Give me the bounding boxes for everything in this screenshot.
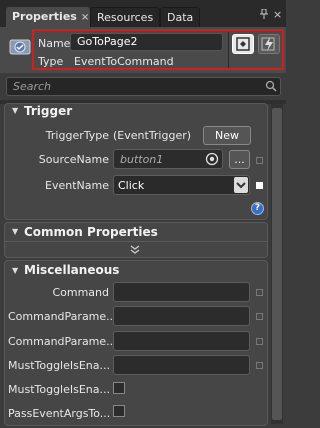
tab-resources[interactable]: Resources (90, 7, 160, 27)
advanced-options-marker[interactable] (256, 313, 263, 320)
chevron-down-icon (236, 182, 246, 189)
type-label: Type (38, 55, 64, 68)
divider (5, 241, 267, 242)
command-parameter-value-label: CommandParame... (8, 335, 117, 348)
events-view-button[interactable] (258, 34, 280, 54)
search-icon[interactable] (265, 80, 277, 92)
type-value: EventToCommand (74, 55, 174, 68)
collapse-triangle-icon[interactable]: ▼ (12, 266, 18, 275)
must-toggle-enabled-checkbox[interactable] (113, 382, 125, 394)
tab-properties-label: Properties (12, 10, 77, 23)
browse-button[interactable]: ... (229, 150, 250, 169)
tab-resources-label: Resources (97, 11, 154, 24)
trigger-type-label: TriggerType (45, 129, 109, 142)
pin-icon[interactable] (259, 9, 269, 19)
name-label: Name (38, 37, 71, 50)
behavior-icon (9, 39, 31, 55)
trigger-section-title[interactable]: Trigger (24, 104, 72, 118)
tab-data-label: Data (167, 11, 194, 24)
name-field[interactable]: GoToPage2 (70, 33, 223, 51)
advanced-options-marker[interactable] (256, 338, 263, 345)
properties-view-icon (236, 37, 250, 51)
event-name-value: Click (118, 179, 145, 192)
source-name-value: button1 (120, 153, 164, 166)
common-properties-title[interactable]: Common Properties (24, 225, 158, 239)
advanced-options-marker-set[interactable] (256, 182, 263, 189)
scrollbar-thumb[interactable] (272, 108, 282, 420)
tab-data[interactable]: Data (160, 7, 200, 27)
source-name-label: SourceName (38, 153, 109, 166)
command-parameter-value-field[interactable] (113, 331, 250, 351)
event-name-label: EventName (45, 179, 109, 192)
pass-event-args-label: PassEventArgsTo... (8, 407, 111, 420)
collapse-triangle-icon[interactable]: ▼ (12, 227, 18, 236)
expand-more-icon[interactable] (129, 245, 141, 255)
new-trigger-button[interactable]: New (203, 126, 251, 145)
target-picker-icon[interactable] (205, 152, 219, 166)
search-placeholder: Search (13, 80, 52, 93)
events-lightning-icon (261, 37, 275, 51)
trigger-type-value: (EventTrigger) (113, 129, 192, 142)
tab-properties[interactable]: Properties × (6, 7, 90, 27)
collapse-triangle-icon[interactable]: ▼ (12, 106, 18, 115)
miscellaneous-title[interactable]: Miscellaneous (24, 263, 119, 277)
properties-view-button[interactable] (232, 34, 254, 54)
must-toggle-field[interactable] (113, 355, 250, 375)
header-separator (228, 32, 229, 68)
command-field[interactable] (113, 282, 250, 302)
close-panel-icon[interactable]: × (273, 8, 282, 21)
tab-close-icon[interactable]: × (81, 12, 89, 23)
advanced-options-marker[interactable] (256, 362, 263, 369)
command-parameter-field[interactable] (113, 306, 250, 326)
must-toggle-enabled-label: MustToggleIsEna... (8, 383, 111, 396)
advanced-options-marker[interactable] (256, 157, 263, 164)
command-parameter-label: CommandParame... (8, 310, 117, 323)
advanced-options-marker[interactable] (256, 289, 263, 296)
pass-event-args-checkbox[interactable] (113, 405, 125, 417)
dropdown-button[interactable] (234, 177, 248, 193)
event-name-select[interactable]: Click (113, 175, 250, 195)
command-label: Command (52, 286, 109, 299)
help-icon[interactable]: ? (251, 202, 264, 215)
must-toggle-label: MustToggleIsEna... (8, 359, 111, 372)
